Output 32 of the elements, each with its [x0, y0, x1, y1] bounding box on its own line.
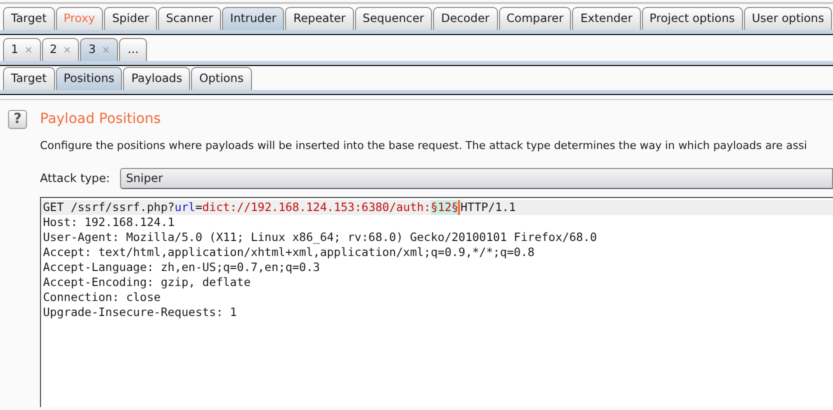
attack-type-dropdown[interactable]: Sniper [120, 168, 833, 190]
tab[interactable]: 1 × [3, 38, 41, 61]
tab[interactable]: 2 × [42, 38, 80, 61]
help-button[interactable]: ? [8, 110, 27, 129]
attack-type-label: Attack type: [40, 170, 110, 188]
tab[interactable]: Options [191, 67, 252, 90]
tab[interactable]: Spider [104, 7, 157, 30]
tab[interactable]: Intruder [222, 7, 284, 30]
tab[interactable]: Positions [56, 67, 122, 90]
request-line: Accept-Language: zh,en-US;q=0.7,en;q=0.3 [42, 260, 321, 276]
request-editor[interactable] [40, 197, 833, 408]
request-line: Connection: close [42, 290, 162, 306]
tab[interactable]: Comparer [498, 7, 572, 30]
tab[interactable]: Target [3, 67, 55, 90]
tab[interactable]: User options [744, 7, 832, 30]
request-line: Accept: text/html,application/xhtml+xml,application/xml;q=0.9,*/*;q=0.8 [42, 245, 536, 260]
request-line: User-Agent: Mozilla/5.0 (X11; Linux x86_64; rv:68.0) Gecko/20100101 Firefox/68.0 [42, 230, 598, 246]
tab[interactable]: Sequencer [354, 7, 432, 30]
tab[interactable]: ... [119, 38, 148, 61]
tab[interactable]: Project options [642, 7, 743, 30]
tab[interactable]: Decoder [433, 7, 498, 30]
tab[interactable]: Payloads [123, 67, 190, 90]
tab[interactable]: Repeater [285, 7, 354, 30]
tab[interactable]: Scanner [158, 7, 222, 30]
tab[interactable]: Extender [572, 7, 640, 30]
section-heading: Payload Positions [40, 110, 161, 129]
tab[interactable]: Target [3, 7, 55, 30]
request-line: Accept-Encoding: gzip, deflate [42, 275, 252, 290]
tab[interactable]: 3 × [80, 38, 118, 61]
description-text: Configure the positions where payloads will be inserted into the base request. The attack type determines the way in which payloads are assi [39, 138, 808, 154]
request-line: Upgrade-Insecure-Requests: 1 [42, 305, 238, 320]
request-line: Host: 192.168.124.1 [42, 215, 176, 230]
